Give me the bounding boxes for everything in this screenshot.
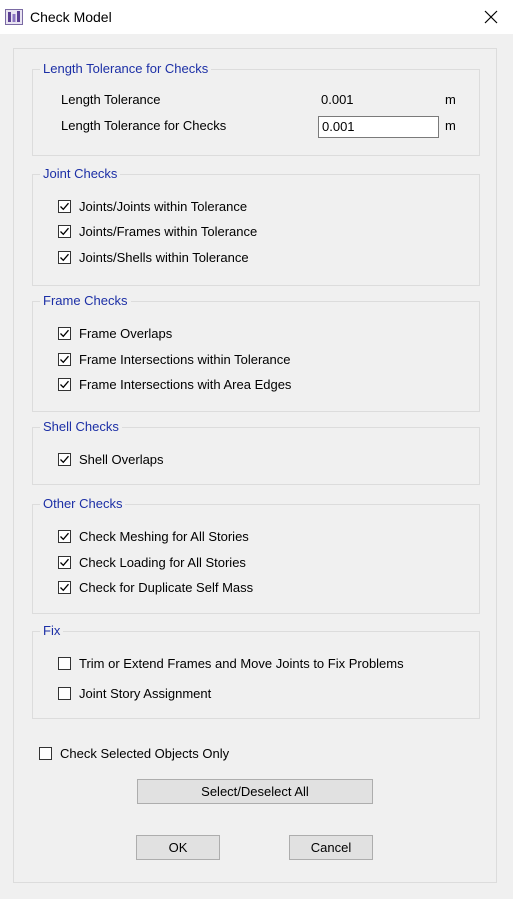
- check-selected-only-checkbox[interactable]: Check Selected Objects Only: [39, 744, 229, 762]
- window-title: Check Model: [30, 9, 112, 25]
- checkbox-box[interactable]: [58, 529, 71, 543]
- check-mark-icon: [60, 202, 69, 210]
- checkbox-label: Frame Intersections with Area Edges: [79, 376, 292, 392]
- check-mark-icon: [60, 253, 69, 261]
- checkbox-label: Check Loading for All Stories: [79, 554, 246, 570]
- checks-tolerance-input[interactable]: 0.001: [318, 116, 439, 138]
- joints-shells-checkbox[interactable]: Joints/Shells within Tolerance: [58, 248, 249, 266]
- joint-checks-legend: Joint Checks: [40, 166, 121, 182]
- checkbox-box[interactable]: [58, 452, 71, 466]
- fix-legend: Fix: [40, 623, 64, 639]
- frame-checks-group: Frame Checks Frame Overlaps Frame Inters…: [32, 293, 480, 412]
- checkbox-box[interactable]: [39, 746, 52, 760]
- check-mark-icon: [60, 380, 69, 388]
- shell-overlaps-checkbox[interactable]: Shell Overlaps: [58, 450, 164, 468]
- check-mark-icon: [60, 532, 69, 540]
- checkbox-label: Check Meshing for All Stories: [79, 528, 249, 544]
- joint-checks-group: Joint Checks Joints/Joints within Tolera…: [32, 166, 480, 286]
- checkbox-label: Joints/Frames within Tolerance: [79, 223, 258, 239]
- checkbox-box[interactable]: [58, 656, 71, 670]
- checkbox-box[interactable]: [58, 224, 71, 238]
- check-duplicate-self-mass-checkbox[interactable]: Check for Duplicate Self Mass: [58, 578, 253, 596]
- checks-tolerance-label: Length Tolerance for Checks: [61, 118, 227, 133]
- trim-extend-frames-checkbox[interactable]: Trim or Extend Frames and Move Joints to…: [58, 654, 404, 672]
- checkbox-label: Joints/Shells within Tolerance: [79, 249, 249, 265]
- title-bar: Check Model: [0, 0, 513, 35]
- checkbox-box[interactable]: [58, 352, 71, 366]
- checkbox-label: Frame Intersections within Tolerance: [79, 351, 291, 367]
- other-checks-legend: Other Checks: [40, 496, 126, 512]
- check-mark-icon: [60, 558, 69, 566]
- checkbox-label: Shell Overlaps: [79, 451, 164, 467]
- checkbox-box[interactable]: [58, 250, 71, 264]
- shell-checks-legend: Shell Checks: [40, 419, 122, 435]
- joints-frames-checkbox[interactable]: Joints/Frames within Tolerance: [58, 222, 257, 240]
- checkbox-label: Check for Duplicate Self Mass: [79, 579, 254, 595]
- checkbox-label: Frame Overlaps: [79, 325, 173, 341]
- ok-button[interactable]: OK: [136, 835, 220, 860]
- app-icon: [5, 9, 23, 25]
- frame-overlaps-checkbox[interactable]: Frame Overlaps: [58, 324, 172, 342]
- joints-joints-checkbox[interactable]: Joints/Joints within Tolerance: [58, 197, 247, 215]
- joint-story-assignment-checkbox[interactable]: Joint Story Assignment: [58, 684, 211, 702]
- close-button[interactable]: [468, 0, 513, 34]
- close-icon: [484, 10, 497, 24]
- length-tolerance-label: Length Tolerance: [61, 92, 161, 107]
- length-tolerance-unit: m: [445, 92, 456, 107]
- frame-intersections-area-edges-checkbox[interactable]: Frame Intersections with Area Edges: [58, 375, 291, 393]
- length-tolerance-value: 0.001: [321, 92, 354, 107]
- checkbox-box[interactable]: [58, 686, 71, 700]
- cancel-button[interactable]: Cancel: [289, 835, 373, 860]
- length-tolerance-group: Length Tolerance for Checks Length Toler…: [32, 61, 480, 156]
- frame-checks-legend: Frame Checks: [40, 293, 131, 309]
- check-loading-checkbox[interactable]: Check Loading for All Stories: [58, 553, 246, 571]
- checkbox-label: Joint Story Assignment: [79, 685, 212, 701]
- checks-tolerance-unit: m: [445, 118, 456, 133]
- checkbox-box[interactable]: [58, 326, 71, 340]
- fix-group: Fix Trim or Extend Frames and Move Joint…: [32, 623, 480, 719]
- other-checks-group: Other Checks Check Meshing for All Stori…: [32, 496, 480, 614]
- checkbox-label: Joints/Joints within Tolerance: [79, 198, 248, 214]
- checkbox-label: Check Selected Objects Only: [60, 745, 230, 761]
- check-mark-icon: [60, 355, 69, 363]
- length-tolerance-legend: Length Tolerance for Checks: [40, 61, 212, 77]
- check-mark-icon: [60, 455, 69, 463]
- check-mark-icon: [60, 227, 69, 235]
- checkbox-box[interactable]: [58, 199, 71, 213]
- checkbox-box[interactable]: [58, 377, 71, 391]
- dialog-body: Length Tolerance for Checks Length Toler…: [0, 34, 513, 899]
- frame-intersections-tolerance-checkbox[interactable]: Frame Intersections within Tolerance: [58, 350, 290, 368]
- checkbox-label: Trim or Extend Frames and Move Joints to…: [79, 655, 404, 671]
- check-meshing-checkbox[interactable]: Check Meshing for All Stories: [58, 527, 249, 545]
- check-mark-icon: [60, 329, 69, 337]
- select-deselect-all-button[interactable]: Select/Deselect All: [137, 779, 373, 804]
- shell-checks-group: Shell Checks Shell Overlaps: [32, 419, 480, 485]
- check-mark-icon: [60, 583, 69, 591]
- checkbox-box[interactable]: [58, 555, 71, 569]
- checkbox-box[interactable]: [58, 580, 71, 594]
